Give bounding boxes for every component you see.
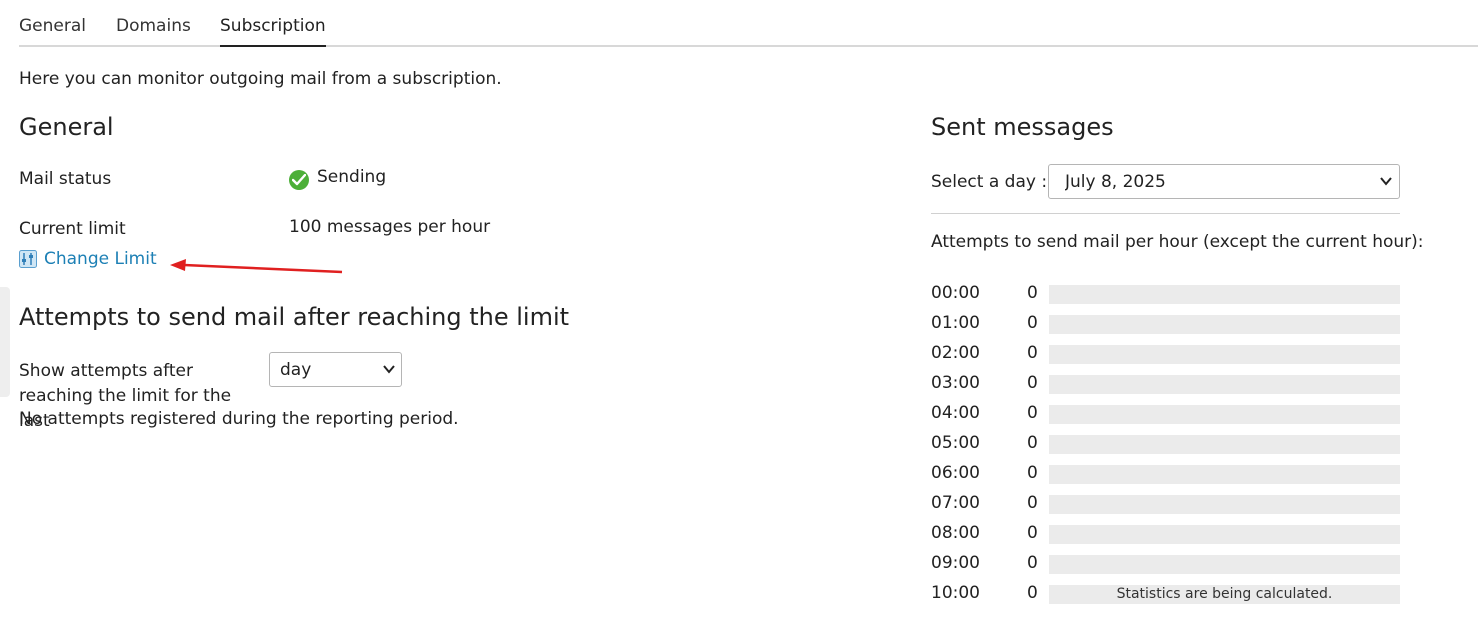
hour-row: 04:00 0 (931, 403, 1400, 425)
tab-subscription[interactable]: Subscription (220, 16, 326, 47)
hour-label: 09:00 (931, 553, 980, 573)
hour-count: 0 (1027, 553, 1038, 573)
hour-bar (1049, 435, 1400, 454)
hour-row: 05:00 0 (931, 433, 1400, 455)
hour-bar (1049, 345, 1400, 364)
intro-text: Here you can monitor outgoing mail from … (19, 69, 502, 89)
tab-domains[interactable]: Domains (116, 16, 191, 47)
attempts-empty-message: No attempts registered during the report… (19, 409, 459, 429)
hour-count: 0 (1027, 583, 1038, 603)
hour-row: 06:00 0 (931, 463, 1400, 485)
mail-status-value: Sending (317, 167, 387, 187)
hour-label: 05:00 (931, 433, 980, 453)
general-heading: General (19, 113, 114, 141)
hour-label: 02:00 (931, 343, 980, 363)
hour-count: 0 (1027, 493, 1038, 513)
tab-bar: General Domains Subscription (19, 0, 1478, 47)
tab-general[interactable]: General (19, 16, 86, 47)
current-limit-label: Current limit (19, 219, 126, 239)
hour-count: 0 (1027, 343, 1038, 363)
select-day-label: Select a day : (931, 172, 1048, 192)
hour-bar (1049, 315, 1400, 334)
hour-bar (1049, 465, 1400, 484)
per-hour-caption: Attempts to send mail per hour (except t… (931, 232, 1424, 252)
hour-label: 08:00 (931, 523, 980, 543)
check-circle-icon (289, 170, 309, 190)
hour-row: 00:00 0 (931, 283, 1400, 305)
hour-count: 0 (1027, 433, 1038, 453)
mail-status-label: Mail status (19, 169, 112, 189)
annotation-arrow (170, 259, 343, 274)
attempts-heading: Attempts to send mail after reaching the… (19, 303, 570, 331)
hour-bar (1049, 525, 1400, 544)
hour-row: 09:00 0 (931, 553, 1400, 575)
day-select-wrap: July 8, 2025 (1048, 164, 1400, 199)
hour-bar (1049, 405, 1400, 424)
divider (931, 213, 1400, 214)
hour-label: 01:00 (931, 313, 980, 333)
change-limit-link[interactable]: Change Limit (19, 249, 157, 269)
hour-count: 0 (1027, 313, 1038, 333)
current-limit-value: 100 messages per hour (289, 217, 491, 237)
hour-row: 10:00 0 Statistics are being calculated. (931, 583, 1400, 605)
hour-row: 01:00 0 (931, 313, 1400, 335)
hour-row: 07:00 0 (931, 493, 1400, 515)
hour-count: 0 (1027, 373, 1038, 393)
side-panel-handle[interactable] (0, 287, 10, 397)
hour-label: 00:00 (931, 283, 980, 303)
day-select[interactable]: July 8, 2025 (1048, 164, 1400, 199)
hour-label: 03:00 (931, 373, 980, 393)
change-limit-label: Change Limit (44, 249, 157, 269)
limit-icon (19, 250, 37, 268)
hour-count: 0 (1027, 523, 1038, 543)
hour-bar (1049, 285, 1400, 304)
hour-count: 0 (1027, 403, 1038, 423)
attempts-period-wrap: day (269, 352, 402, 387)
hour-label: 10:00 (931, 583, 980, 603)
hour-row: 08:00 0 (931, 523, 1400, 545)
hour-bar (1049, 495, 1400, 514)
hour-row: 03:00 0 (931, 373, 1400, 395)
hour-bar: Statistics are being calculated. (1049, 585, 1400, 604)
hour-row: 02:00 0 (931, 343, 1400, 365)
attempts-period-select[interactable]: day (269, 352, 402, 387)
hour-label: 04:00 (931, 403, 980, 423)
hour-bar (1049, 555, 1400, 574)
sent-messages-heading: Sent messages (931, 113, 1114, 141)
hour-count: 0 (1027, 283, 1038, 303)
hour-label: 06:00 (931, 463, 980, 483)
hour-count: 0 (1027, 463, 1038, 483)
hour-bar (1049, 375, 1400, 394)
hour-label: 07:00 (931, 493, 980, 513)
